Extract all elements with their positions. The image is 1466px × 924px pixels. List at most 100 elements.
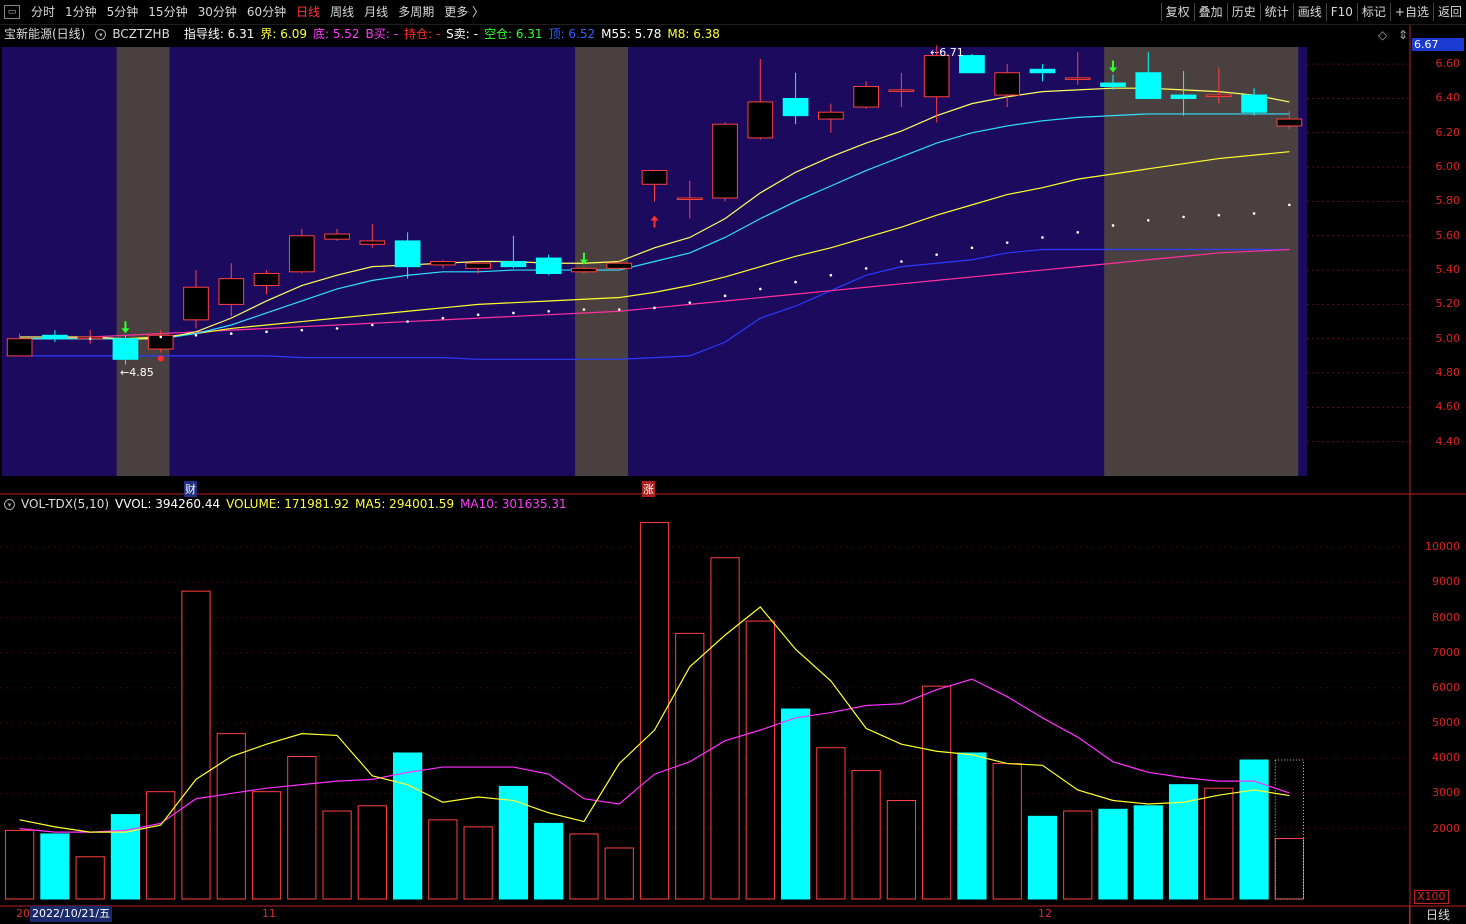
- stats-button[interactable]: 统计: [1259, 3, 1293, 21]
- period-tab[interactable]: 30分钟: [193, 3, 242, 21]
- period-indicator[interactable]: 日线: [1409, 906, 1466, 924]
- shaded-band: [1104, 47, 1299, 476]
- volume-bar: [1239, 759, 1269, 900]
- indicator-menu-icon[interactable]: ▾: [95, 28, 107, 40]
- period-tab[interactable]: 周线: [325, 3, 359, 21]
- volume-bar: [322, 810, 352, 900]
- period-tabs: ▭ 分时 1分钟 5分钟 15分钟 30分钟 60分钟 日线 周线 月线 多周期 更多 〉: [4, 3, 489, 21]
- add-watchlist-button[interactable]: +自选: [1389, 3, 1433, 21]
- guide-dot: [1252, 212, 1256, 215]
- period-tab[interactable]: 日线: [291, 3, 325, 21]
- indicator-value: B买: -: [365, 27, 398, 41]
- period-tab[interactable]: 5分钟: [102, 3, 144, 21]
- volume-bar: [181, 590, 211, 900]
- candle-body: [1064, 77, 1091, 80]
- price-tick-label: 6.20: [1435, 125, 1461, 139]
- period-tab[interactable]: 更多 〉: [439, 3, 489, 21]
- guide-dot: [794, 280, 797, 284]
- guide-dot: [1041, 236, 1044, 239]
- draw-button[interactable]: 画线: [1292, 3, 1326, 21]
- line-cyan: [19, 113, 1290, 340]
- price-tick-label: 5.80: [1435, 194, 1461, 208]
- volume-bar: [428, 819, 458, 900]
- volume-tick-label: 10000: [1425, 540, 1460, 554]
- candle-body: [571, 267, 597, 273]
- volume-bar: [498, 785, 529, 900]
- volume-tick-label: 4000: [1432, 751, 1460, 765]
- high-annotation: ⇠6.71: [930, 46, 964, 59]
- buy-arrow: [121, 321, 130, 334]
- candle-body: [500, 261, 527, 268]
- indicator-code: BCZTZHB: [112, 27, 170, 41]
- candle-body: [676, 197, 703, 201]
- volume-bar: [393, 752, 423, 900]
- volume-bar: [110, 814, 141, 900]
- guide-dot: [688, 301, 692, 304]
- guide-dot: [1217, 213, 1221, 217]
- volume-bar: [957, 752, 987, 900]
- volume-menu-icon[interactable]: ▾: [4, 498, 15, 510]
- month-12: 12: [1038, 907, 1052, 920]
- indicator-value: M8: 6.38: [667, 27, 720, 41]
- period-tab[interactable]: 多周期: [393, 3, 439, 21]
- candle-body: [42, 334, 68, 340]
- volume-bar: [1204, 787, 1234, 900]
- period-tab[interactable]: 60分钟: [242, 3, 291, 21]
- window-icon[interactable]: ▭: [4, 5, 20, 19]
- period-tab[interactable]: 15分钟: [143, 3, 192, 21]
- price-tick-label: 5.20: [1435, 297, 1461, 311]
- guide-dot: [1005, 241, 1009, 244]
- indicator-value: VOLUME: 171981.92: [226, 497, 350, 511]
- guide-dot: [653, 306, 656, 310]
- period-tab[interactable]: 月线: [359, 3, 393, 21]
- volume-ma10-line: [19, 678, 1290, 833]
- guide-dot: [864, 267, 868, 270]
- month-11: 11: [262, 907, 276, 920]
- period-tab[interactable]: 1分钟: [60, 3, 102, 21]
- volume-bar: [816, 747, 846, 900]
- guide-dot: [512, 311, 515, 315]
- resize-icon[interactable]: ⇕: [1398, 28, 1408, 42]
- fuquan-button[interactable]: 复权: [1160, 3, 1194, 21]
- guide-dot: [1111, 224, 1115, 227]
- guide-dot: [1182, 215, 1185, 219]
- volume-bar: [780, 708, 811, 900]
- diejia-button[interactable]: 叠加: [1193, 3, 1227, 21]
- price-tick-label: 5.40: [1435, 263, 1461, 277]
- indicator-values: 指导线: 6.31 界: 6.09 底: 5.52 B买: - 持仓: - S卖: - 空仓…: [184, 25, 726, 43]
- volume-bar: [1133, 805, 1163, 900]
- line-bottom: [19, 248, 1290, 340]
- guide-dot: [970, 246, 974, 250]
- volume-bar: [710, 557, 740, 900]
- guide-dot: [547, 309, 550, 313]
- low-value: 4.85: [129, 366, 154, 379]
- guide-dot: [194, 333, 198, 337]
- volume-indicator-name: VOL-TDX(5,10): [21, 497, 110, 511]
- high-value: 6.71: [939, 46, 964, 59]
- volume-tick-label: 5000: [1432, 716, 1460, 730]
- candlestick-chart[interactable]: [0, 0, 1466, 924]
- f10-button[interactable]: F10: [1325, 3, 1357, 21]
- candle-body: [394, 240, 421, 268]
- volume-bar: [216, 733, 246, 900]
- back-button[interactable]: 返回: [1432, 3, 1466, 21]
- mark-button[interactable]: 标记: [1356, 3, 1390, 21]
- price-tick-label: 6.60: [1435, 57, 1461, 71]
- diamond-icon[interactable]: ◇: [1378, 28, 1387, 42]
- volume-bar: [5, 829, 35, 900]
- candle-body: [641, 170, 668, 185]
- buy-arrow: [1109, 60, 1118, 73]
- candle-body: [218, 278, 245, 305]
- main-indicator-info: 宝新能源(日线) ▾ BCZTZHB 指导线: 6.31 界: 6.09 底: 5.…: [0, 25, 1410, 43]
- toolbar-actions: 复权 叠加 历史 统计 画线 F10 标记 +自选 返回: [1160, 3, 1466, 21]
- low-annotation: ←4.85: [120, 366, 154, 379]
- period-tab[interactable]: 分时: [26, 3, 60, 21]
- line-m8: [19, 87, 1290, 340]
- volume-bar: [463, 826, 493, 900]
- candle-body: [747, 101, 774, 139]
- volume-tick-label: 8000: [1432, 610, 1460, 624]
- date-start: 20: [16, 907, 30, 920]
- guide-dot: [371, 323, 374, 327]
- volume-bar: [1098, 808, 1128, 900]
- history-button[interactable]: 历史: [1226, 3, 1260, 21]
